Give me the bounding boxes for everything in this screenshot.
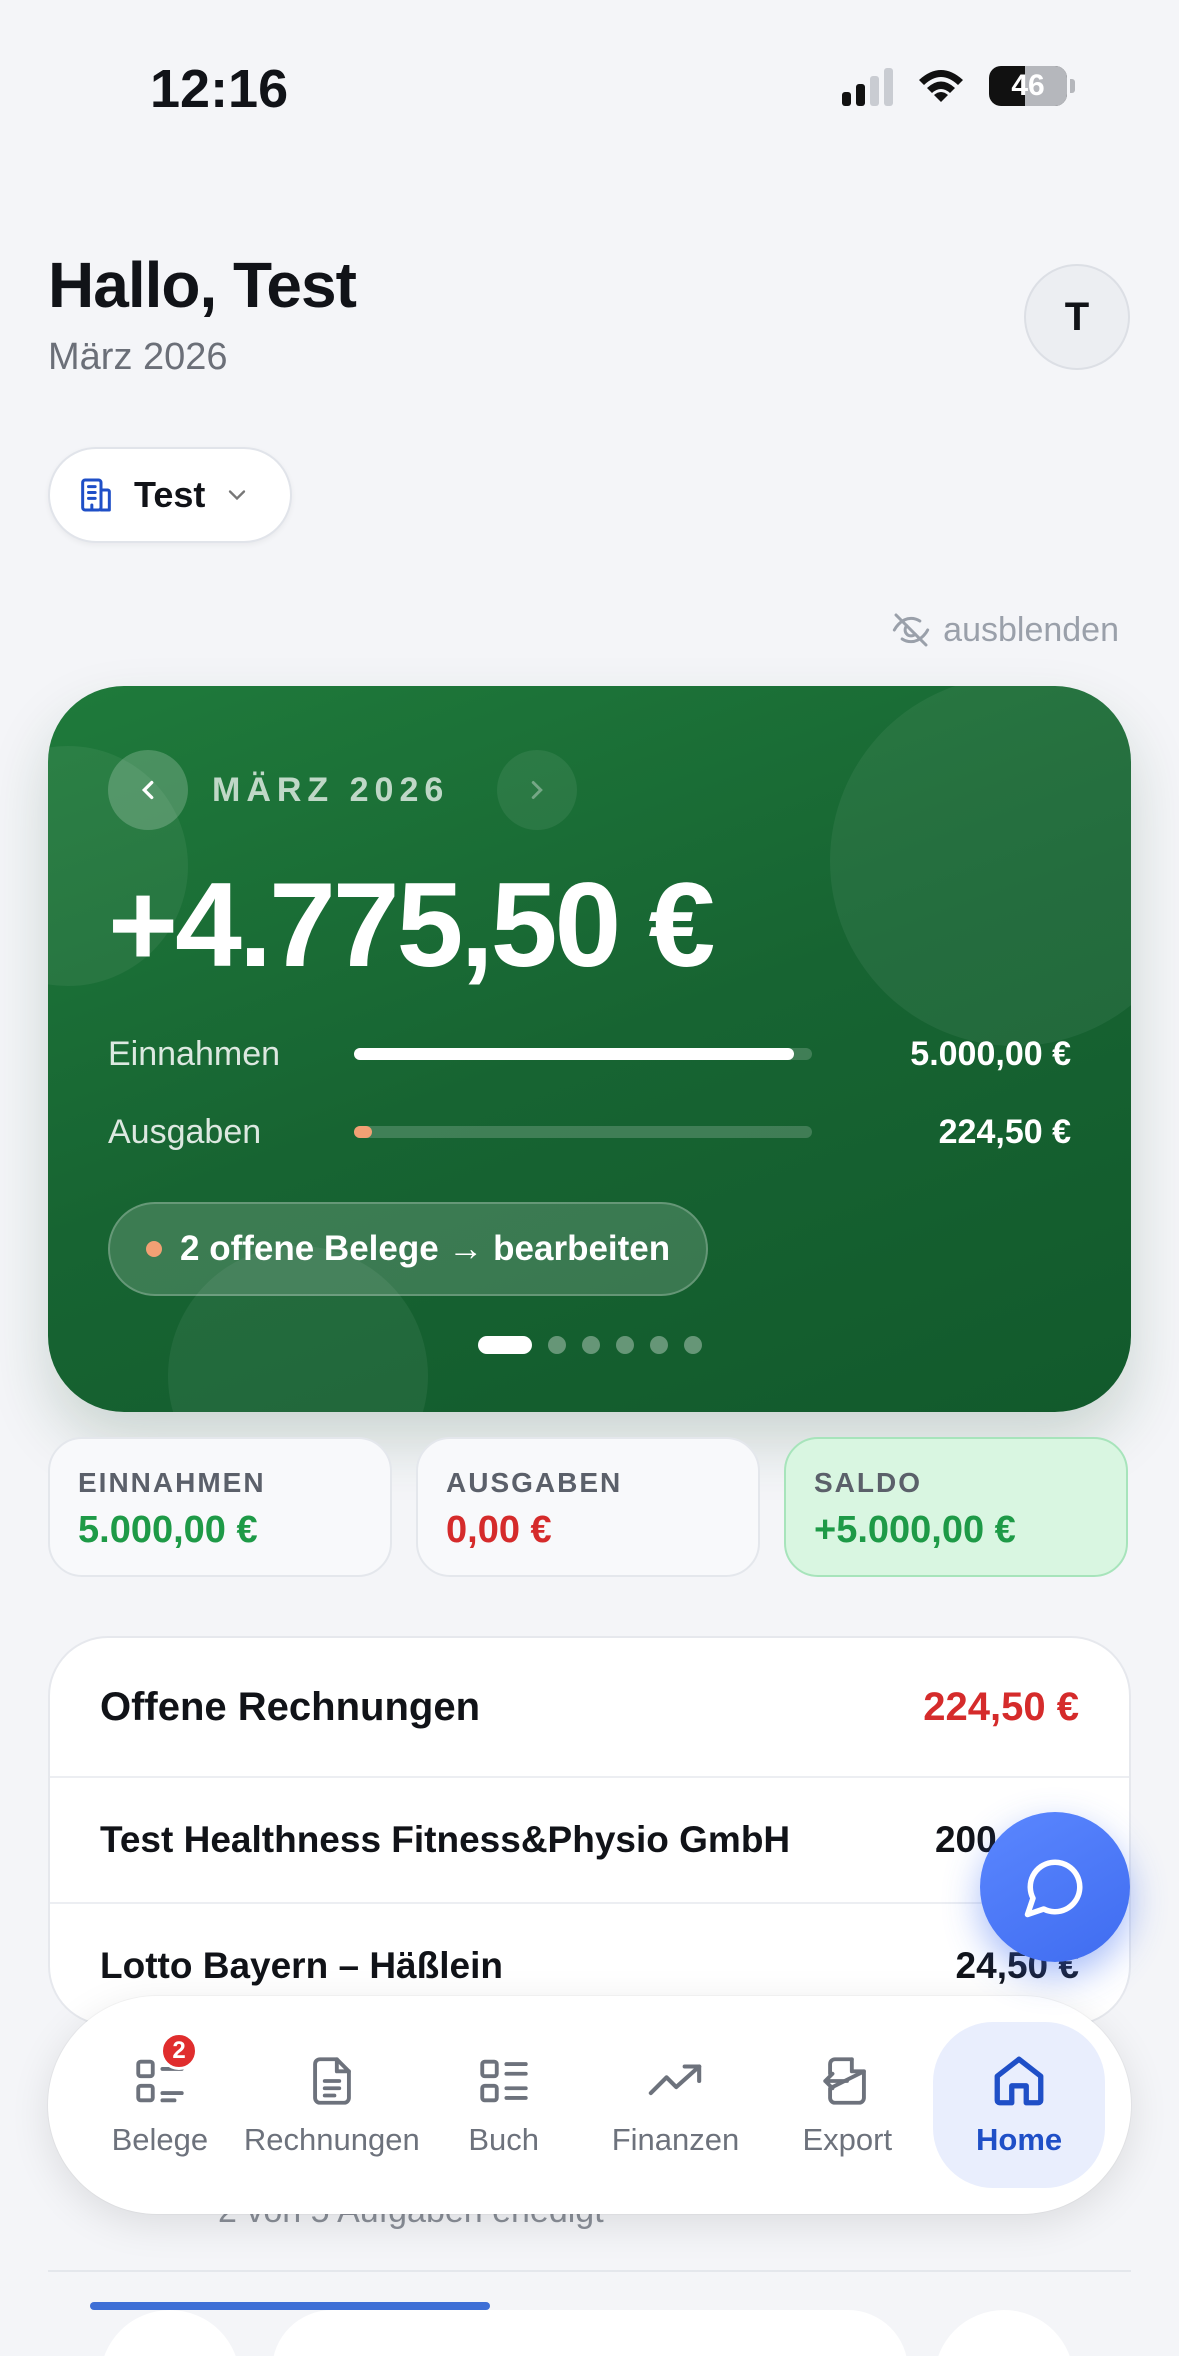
pager-dot[interactable] (649, 1336, 668, 1354)
pager-dot[interactable] (683, 1336, 702, 1354)
net-balance-amount: +4.775,50 € (108, 858, 715, 992)
battery-level: 46 (1011, 69, 1045, 102)
pager-dot[interactable] (547, 1336, 566, 1354)
summary-value: 5.000,00 € (78, 1509, 258, 1551)
document-icon (312, 2057, 351, 2105)
home-icon (994, 2056, 1044, 2106)
invoice-name: Test Healthness Fitness&Physio GmbH (100, 1819, 791, 1860)
nav-label: Buch (468, 2122, 540, 2157)
open-invoices-card: Offene Rechnungen 224,50 € Test Healthne… (48, 1636, 1131, 2026)
status-dot (146, 1241, 162, 1257)
pager-dot[interactable] (615, 1336, 634, 1354)
card-pager[interactable] (48, 1336, 1131, 1354)
month-navigator: MÄRZ 2026 (108, 750, 578, 830)
notification-badge: 2 (160, 2032, 198, 2070)
summary-label: SALDO (814, 1467, 922, 1498)
list-icon (480, 2059, 528, 2103)
hide-amounts-label: ausblenden (943, 610, 1119, 649)
building-icon (81, 478, 111, 512)
expense-row: Ausgaben 224,50 € (108, 1102, 1071, 1162)
summary-value: 0,00 € (446, 1509, 552, 1551)
summary-label: EINNAHMEN (78, 1467, 266, 1498)
summary-label: AUSGABEN (446, 1467, 623, 1498)
open-invoices-header[interactable]: Offene Rechnungen 224,50 € (50, 1638, 1129, 1778)
invoice-name: Lotto Bayern – Häßlein (100, 1945, 503, 1986)
status-icons: 46 (842, 64, 1075, 108)
open-receipts-label: 2 offene Belege → bearbeiten (180, 1229, 671, 1268)
summary-value: +5.000,00 € (814, 1509, 1016, 1551)
income-label: Einnahmen (108, 1034, 281, 1073)
expenses-summary[interactable]: AUSGABEN 0,00 € (416, 1437, 760, 1577)
nav-item-buch[interactable]: Buch (418, 2022, 590, 2188)
balance-card[interactable]: MÄRZ 2026 +4.775,50 € Einnahmen 5.000,00… (48, 686, 1131, 1412)
chevron-down-icon (229, 490, 246, 501)
balance-summary[interactable]: SALDO +5.000,00 € (784, 1437, 1128, 1577)
status-time: 12:16 (150, 59, 289, 119)
wifi-icon (919, 70, 963, 102)
chat-bubble-icon (1024, 1859, 1083, 1918)
page-title: Hallo, Test (48, 249, 357, 321)
nav-label: Belege (111, 2122, 209, 2157)
nav-item-finanzen[interactable]: Finanzen (590, 2022, 762, 2188)
nav-item-home[interactable]: Home (933, 2022, 1105, 2188)
income-bar (354, 1048, 812, 1060)
section-title: Offene Rechnungen (100, 1684, 481, 1729)
export-icon (823, 2057, 867, 2105)
nav-label: Home (976, 2122, 1063, 2157)
bottom-navigation: 2 Belege Rechnungen Buch Finanzen Export (48, 1996, 1131, 2214)
expense-bar (354, 1126, 812, 1138)
income-value: 5.000,00 € (910, 1034, 1071, 1073)
battery-icon: 46 (989, 66, 1075, 106)
company-name: Test (134, 474, 206, 515)
hero-month-label: MÄRZ 2026 (212, 770, 450, 809)
company-selector[interactable]: Test (48, 447, 292, 543)
current-month: März 2026 (48, 336, 228, 378)
task-shortcut[interactable] (272, 2310, 908, 2356)
nav-item-export[interactable]: Export (761, 2022, 933, 2188)
pager-dot[interactable] (581, 1336, 600, 1354)
income-summary[interactable]: EINNAHMEN 5.000,00 € (48, 1437, 392, 1577)
nav-item-belege[interactable]: 2 Belege (74, 2022, 246, 2188)
trending-up-icon (649, 2064, 702, 2096)
open-receipts-button[interactable]: 2 offene Belege → bearbeiten (108, 1202, 709, 1296)
nav-label: Finanzen (611, 2122, 740, 2157)
chevron-right-icon (532, 781, 544, 799)
chat-button[interactable] (980, 1812, 1130, 1962)
cellular-signal-icon (842, 66, 893, 106)
avatar[interactable]: T (1024, 264, 1130, 370)
nav-label: Export (802, 2122, 893, 2157)
nav-item-rechnungen[interactable]: Rechnungen (243, 2022, 420, 2188)
chevron-left-icon (141, 780, 154, 800)
eye-off-icon (893, 613, 930, 647)
income-row: Einnahmen 5.000,00 € (108, 1024, 1071, 1084)
open-invoices-total: 224,50 € (923, 1684, 1079, 1729)
next-month-button[interactable] (497, 750, 578, 830)
nav-label: Rechnungen (243, 2122, 420, 2157)
previous-month-button[interactable] (108, 750, 188, 830)
expense-value: 224,50 € (938, 1112, 1071, 1151)
pager-dot[interactable] (477, 1336, 532, 1354)
hide-amounts-toggle[interactable]: ausblenden (891, 610, 1119, 650)
tasks-progress-bar (90, 2302, 490, 2310)
expense-label: Ausgaben (108, 1112, 262, 1151)
list-item[interactable]: Test Healthness Fitness&Physio GmbH 200,… (50, 1778, 1129, 1904)
